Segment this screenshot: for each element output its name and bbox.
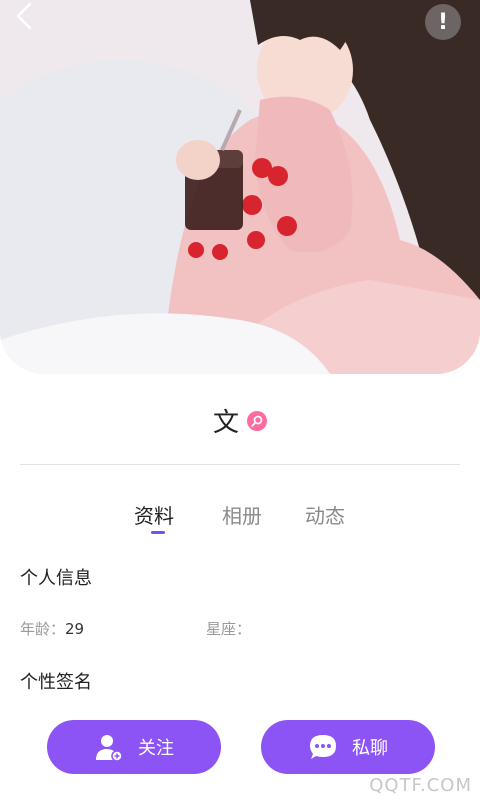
age-info: 年龄：29 <box>20 618 84 639</box>
signature-title: 个性签名 <box>20 672 92 693</box>
chevron-left-icon <box>16 2 32 30</box>
tab-moments[interactable]: 动态 <box>305 500 345 529</box>
divider <box>20 464 460 465</box>
back-button[interactable] <box>14 2 54 38</box>
zodiac-label: 星座： <box>206 620 252 638</box>
follow-button[interactable]: 关注 <box>47 720 221 774</box>
female-icon <box>247 410 267 431</box>
tab-profile[interactable]: 资料 <box>134 500 174 529</box>
chat-bubble-icon <box>310 735 336 759</box>
age-value: 29 <box>65 620 85 638</box>
follow-label: 关注 <box>138 738 174 759</box>
profile-photo[interactable]: ! <box>0 0 480 374</box>
tab-album[interactable]: 相册 <box>222 500 262 529</box>
age-label: 年龄： <box>20 620 66 638</box>
private-chat-button[interactable]: 私聊 <box>261 720 435 774</box>
exclamation-icon: ! <box>437 9 449 35</box>
profile-photo-illustration <box>0 0 480 374</box>
zodiac-info: 星座： <box>206 618 251 639</box>
active-tab-indicator <box>151 531 165 534</box>
private-chat-label: 私聊 <box>352 738 388 759</box>
personal-info-title: 个人信息 <box>20 568 92 589</box>
report-button[interactable]: ! <box>425 4 461 40</box>
add-user-icon <box>96 735 123 762</box>
watermark: QQTF.COM <box>369 775 472 796</box>
profile-name-row: 文 <box>0 402 480 439</box>
profile-name: 文 <box>212 408 239 438</box>
